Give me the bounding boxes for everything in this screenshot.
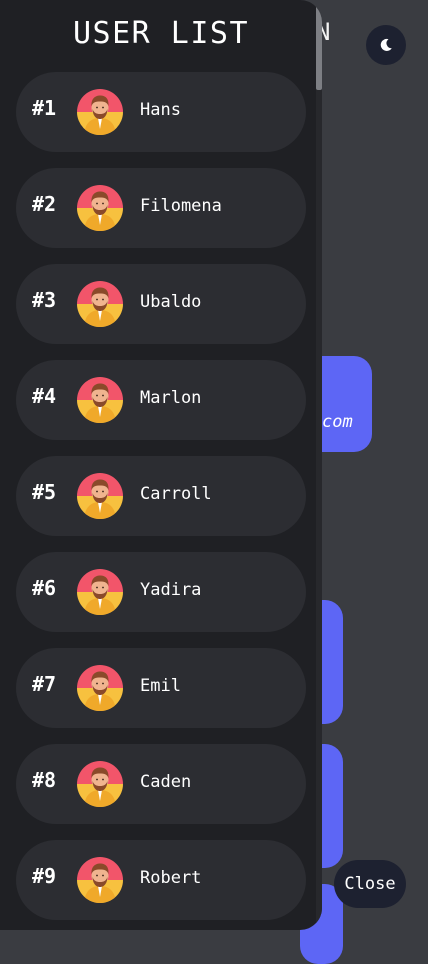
avatar-icon — [77, 281, 123, 327]
user-rank: #2 — [32, 192, 57, 216]
theme-toggle-button[interactable] — [366, 25, 406, 65]
avatar-icon — [77, 185, 123, 231]
user-list-item[interactable]: #5 Carroll — [16, 456, 306, 536]
email-fragment: com — [322, 412, 353, 432]
user-list-item[interactable]: #8 Caden — [16, 744, 306, 824]
user-rank: #6 — [32, 576, 57, 600]
avatar-icon — [77, 89, 123, 135]
user-name: Emil — [140, 676, 181, 696]
user-name: Carroll — [140, 484, 212, 504]
user-rank: #4 — [32, 384, 57, 408]
drawer-title: USER LIST — [72, 16, 250, 51]
close-button[interactable]: Close — [334, 860, 406, 908]
user-list-item[interactable]: #2 Filomena — [16, 168, 306, 248]
user-rank: #7 — [32, 672, 57, 696]
user-name: Yadira — [140, 580, 202, 600]
avatar-icon — [77, 761, 123, 807]
scrollbar-thumb[interactable] — [316, 0, 322, 90]
user-list-drawer: USER LIST #1 Hans #2 Filomena #3 Ubaldo … — [0, 0, 322, 930]
avatar-icon — [77, 857, 123, 903]
user-list-item[interactable]: #6 Yadira — [16, 552, 306, 632]
user-rank: #1 — [32, 96, 57, 120]
user-list-item[interactable]: #1 Hans — [16, 72, 306, 152]
user-list: #1 Hans #2 Filomena #3 Ubaldo #4 Marlon … — [16, 72, 306, 930]
avatar-icon — [77, 473, 123, 519]
user-rank: #9 — [32, 864, 57, 888]
user-name: Ubaldo — [140, 292, 202, 312]
user-name: Caden — [140, 772, 192, 792]
user-name: Filomena — [140, 196, 222, 216]
avatar-icon — [77, 377, 123, 423]
user-rank: #5 — [32, 480, 57, 504]
drawer-scrollbar[interactable] — [316, 0, 322, 930]
user-list-item[interactable]: #4 Marlon — [16, 360, 306, 440]
user-list-item[interactable]: #9 Robert — [16, 840, 306, 920]
avatar-icon — [77, 569, 123, 615]
user-name: Marlon — [140, 388, 202, 408]
user-rank: #3 — [32, 288, 57, 312]
user-name: Hans — [140, 100, 181, 120]
user-list-item[interactable]: #3 Ubaldo — [16, 264, 306, 344]
moon-icon — [380, 38, 392, 51]
user-list-item[interactable]: #7 Emil — [16, 648, 306, 728]
user-name: Robert — [140, 868, 202, 888]
user-rank: #8 — [32, 768, 57, 792]
avatar-icon — [77, 665, 123, 711]
